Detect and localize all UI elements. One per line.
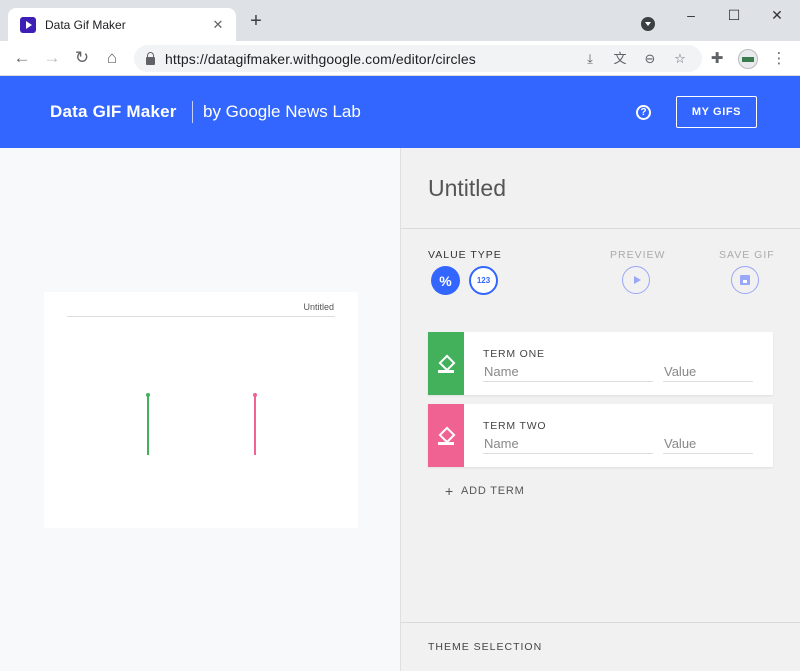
title-divider (401, 228, 800, 229)
term-one-label: TERM ONE (483, 348, 545, 360)
app-header: Data GIF Maker by Google News Lab ? MY G… (0, 76, 800, 148)
term-two-name-input[interactable] (483, 434, 653, 454)
preview-panel: Untitled (0, 148, 400, 671)
close-window-button[interactable]: ✕ (767, 6, 787, 24)
term-two-color-button[interactable] (428, 404, 464, 467)
address-bar[interactable]: https://datagifmaker.withgoogle.com/edit… (134, 45, 702, 72)
number-value-type-button[interactable]: 123 (469, 266, 498, 295)
back-arrow-icon[interactable]: ← (12, 48, 32, 68)
gif-title[interactable]: Untitled (428, 175, 506, 202)
site-favicon-icon (20, 16, 36, 33)
profile-avatar[interactable] (738, 49, 758, 69)
bookmark-star-icon[interactable]: ☆ (672, 51, 688, 67)
term-two-card: TERM TWO (428, 404, 773, 467)
preview-graphic (146, 393, 257, 455)
plus-icon: + (445, 483, 454, 499)
term-one-name-input[interactable] (483, 362, 653, 382)
theme-selection-label[interactable]: THEME SELECTION (428, 641, 542, 653)
term-one-value-input[interactable] (663, 362, 753, 382)
term-two-label: TERM TWO (483, 420, 547, 432)
tab-search-icon[interactable] (641, 17, 655, 31)
browser-toolbar: ← → ↻ ⌂ https://datagifmaker.withgoogle.… (0, 41, 800, 76)
save-gif-button[interactable] (731, 266, 759, 294)
my-gifs-button[interactable]: MY GIFS (676, 96, 757, 128)
term-two-dot (253, 393, 257, 397)
menu-kebab-icon[interactable]: ⋮ (769, 49, 789, 69)
save-disk-icon (740, 275, 750, 285)
browser-tab[interactable]: Data Gif Maker ✕ (8, 8, 236, 41)
theme-divider (401, 622, 800, 623)
play-icon (633, 276, 641, 284)
brand-divider (192, 101, 193, 123)
term-one-dot (146, 393, 150, 397)
minimize-button[interactable]: – (681, 6, 701, 24)
install-icon[interactable]: ⤓ (582, 51, 598, 67)
lock-icon (146, 51, 155, 65)
reload-icon[interactable]: ↻ (72, 48, 92, 68)
forward-arrow-icon[interactable]: → (42, 48, 62, 68)
zoom-icon[interactable]: ⊖ (642, 51, 658, 67)
translate-icon[interactable]: 文 (612, 51, 628, 67)
term-one-color-button[interactable] (428, 332, 464, 395)
percent-value-type-button[interactable]: % (431, 266, 460, 295)
term-one-card: TERM ONE (428, 332, 773, 395)
brand-byline: by Google News Lab (203, 102, 361, 121)
add-term-label: ADD TERM (460, 485, 525, 497)
term-two-value-input[interactable] (663, 434, 753, 454)
value-type-label: VALUE TYPE (428, 249, 502, 261)
gif-preview-canvas: Untitled (44, 292, 358, 528)
home-icon[interactable]: ⌂ (102, 48, 122, 68)
editor-panel: Untitled VALUE TYPE % 123 PREVIEW SAVE G… (400, 148, 800, 671)
tab-title: Data Gif Maker (45, 17, 126, 32)
preview-play-button[interactable] (622, 266, 650, 294)
extensions-puzzle-icon[interactable]: ✚ (707, 49, 727, 69)
maximize-button[interactable]: ☐ (724, 6, 744, 24)
url-text: https://datagifmaker.withgoogle.com/edit… (165, 50, 476, 67)
brand-title[interactable]: Data GIF Maker (50, 102, 177, 122)
browser-tab-strip: Data Gif Maker ✕ + – ☐ ✕ (0, 0, 800, 41)
add-term-button[interactable]: + ADD TERM (445, 483, 525, 499)
paint-bucket-icon (438, 428, 454, 445)
help-icon[interactable]: ? (636, 105, 651, 120)
new-tab-button[interactable]: + (246, 11, 266, 32)
preview-label: PREVIEW (610, 249, 666, 261)
tab-close-icon[interactable]: ✕ (210, 17, 226, 33)
save-gif-label: SAVE GIF (719, 249, 775, 261)
paint-bucket-icon (438, 356, 454, 373)
